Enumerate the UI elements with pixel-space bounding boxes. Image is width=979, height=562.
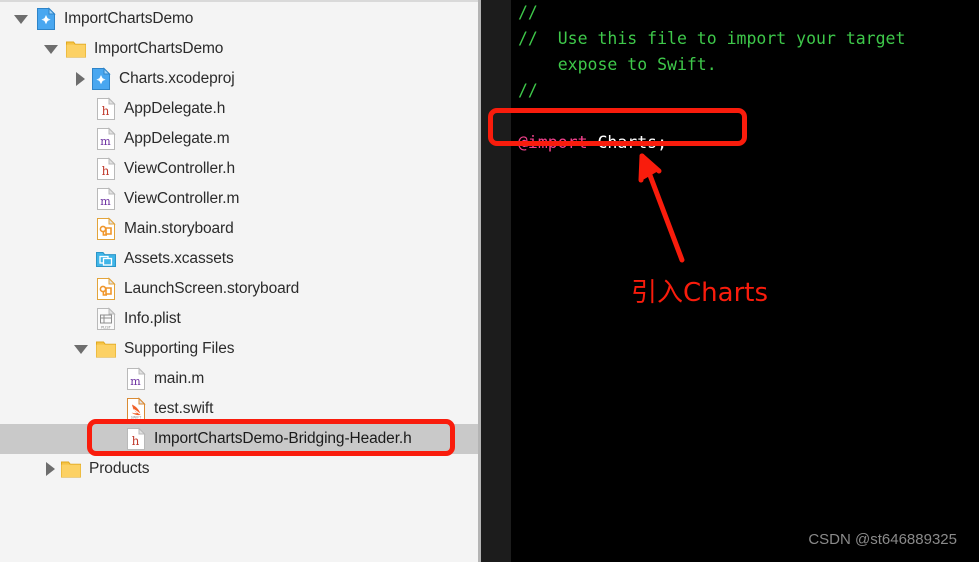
navigator-row[interactable]: m ViewController.m — [0, 184, 478, 214]
svg-text:m: m — [130, 375, 141, 388]
header-file-icon: h — [95, 157, 117, 181]
navigator-row[interactable]: h ImportChartsDemo-Bridging-Header.h — [0, 424, 478, 454]
code-line[interactable]: // — [518, 0, 905, 26]
xcodeproj-icon — [90, 67, 112, 91]
navigator-row-label: ImportChartsDemo — [94, 40, 224, 57]
storyboard-icon — [95, 217, 117, 241]
navigator-row[interactable]: h ViewController.h — [0, 154, 478, 184]
navigator-row-label: ViewController.m — [124, 190, 240, 207]
disclosure-spacer — [74, 132, 88, 146]
editor-gutter — [481, 0, 511, 562]
navigator-row-label: Charts.xcodeproj — [119, 70, 235, 87]
header-file-icon: h — [125, 427, 147, 451]
code-line[interactable]: expose to Swift. — [518, 52, 905, 78]
navigator-rows: ImportChartsDemo ImportChartsDemo Charts.x… — [0, 2, 478, 562]
code-line[interactable]: // Use this file to import your target — [518, 26, 905, 52]
navigator-row-label: Products — [89, 460, 150, 477]
svg-text:PLIST: PLIST — [101, 325, 112, 329]
code-token-keyword: @import — [518, 133, 588, 152]
folder-icon — [95, 337, 117, 361]
disclosure-spacer — [74, 102, 88, 116]
disclosure-spacer — [104, 432, 118, 446]
code-line[interactable] — [518, 104, 905, 130]
disclosure-spacer — [104, 402, 118, 416]
project-navigator[interactable]: ImportChartsDemo ImportChartsDemo Charts.x… — [0, 0, 478, 562]
objc-file-icon: m — [95, 187, 117, 211]
xcode-window: ImportChartsDemo ImportChartsDemo Charts.x… — [0, 0, 979, 562]
navigator-row[interactable]: PLIST Info.plist — [0, 304, 478, 334]
plist-icon: PLIST — [95, 307, 117, 331]
code-token-plain: Charts; — [587, 133, 668, 152]
navigator-row[interactable]: Products — [0, 454, 478, 484]
navigator-row-label: Supporting Files — [124, 340, 235, 357]
folder-icon — [65, 37, 87, 61]
navigator-row[interactable]: Main.storyboard — [0, 214, 478, 244]
svg-text:m: m — [100, 135, 111, 148]
folder-icon — [60, 457, 82, 481]
xcodeproj-icon — [35, 7, 57, 31]
navigator-row[interactable]: Charts.xcodeproj — [0, 64, 478, 94]
code-token-comment: // — [518, 81, 538, 100]
chevron-right-icon[interactable] — [76, 72, 85, 86]
svg-text:h: h — [102, 104, 110, 118]
objc-file-icon: m — [95, 127, 117, 151]
navigator-row-label: AppDelegate.h — [124, 100, 226, 117]
disclosure-spacer — [74, 162, 88, 176]
navigator-row-label: main.m — [154, 370, 205, 387]
disclosure-spacer — [104, 372, 118, 386]
code-token-comment: // — [518, 3, 538, 22]
watermark: CSDN @st646889325 — [808, 531, 957, 548]
header-file-icon: h — [95, 97, 117, 121]
navigator-row[interactable]: m main.m — [0, 364, 478, 394]
objc-file-icon: m — [125, 367, 147, 391]
svg-text:m: m — [100, 195, 111, 208]
navigator-row-label: Main.storyboard — [124, 220, 234, 237]
code-line[interactable]: // — [518, 78, 905, 104]
chevron-down-icon[interactable] — [14, 14, 28, 24]
navigator-row[interactable]: LaunchScreen.storyboard — [0, 274, 478, 304]
code-line[interactable]: @import Charts; — [518, 130, 905, 156]
navigator-row[interactable]: Assets.xcassets — [0, 244, 478, 274]
navigator-row[interactable]: ImportChartsDemo — [0, 4, 478, 34]
xcassets-icon — [95, 247, 117, 271]
navigator-row-label: Assets.xcassets — [124, 250, 234, 267]
swift-file-icon: SWIFT — [125, 397, 147, 421]
svg-text:h: h — [132, 434, 140, 448]
svg-text:h: h — [102, 164, 110, 178]
navigator-row-label: ImportChartsDemo-Bridging-Header.h — [154, 430, 412, 447]
navigator-row[interactable]: h AppDelegate.h — [0, 94, 478, 124]
navigator-row[interactable]: m AppDelegate.m — [0, 124, 478, 154]
disclosure-spacer — [74, 222, 88, 236]
code-content[interactable]: // // Use this file to import your target… — [518, 0, 905, 156]
navigator-row-label: Info.plist — [124, 310, 181, 327]
navigator-row-label: LaunchScreen.storyboard — [124, 280, 300, 297]
navigator-row[interactable]: Supporting Files — [0, 334, 478, 364]
disclosure-spacer — [74, 312, 88, 326]
annotation-callout-text: 引入Charts — [631, 278, 768, 308]
disclosure-spacer — [74, 282, 88, 296]
navigator-row-label: ViewController.h — [124, 160, 235, 177]
chevron-down-icon[interactable] — [44, 44, 58, 54]
disclosure-spacer — [74, 252, 88, 266]
navigator-row[interactable]: SWIFT test.swift — [0, 394, 478, 424]
navigator-row-label: AppDelegate.m — [124, 130, 230, 147]
svg-text:SWIFT: SWIFT — [131, 416, 142, 420]
chevron-down-icon[interactable] — [74, 344, 88, 354]
chevron-right-icon[interactable] — [46, 462, 55, 476]
code-token-comment: expose to Swift. — [518, 55, 717, 74]
navigator-row[interactable]: ImportChartsDemo — [0, 34, 478, 64]
navigator-row-label: ImportChartsDemo — [64, 10, 194, 27]
navigator-row-label: test.swift — [154, 400, 214, 417]
disclosure-spacer — [74, 192, 88, 206]
storyboard-icon — [95, 277, 117, 301]
code-token-comment: // Use this file to import your target — [518, 29, 906, 48]
